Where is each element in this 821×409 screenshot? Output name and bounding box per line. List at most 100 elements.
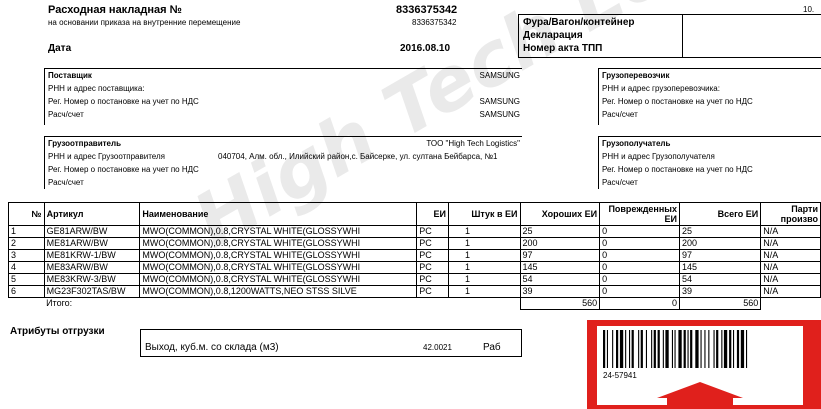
attributes-label: Выход, куб.м. со склада (м3) <box>145 342 279 353</box>
barcode-icon <box>603 330 748 368</box>
cell-unit: PC <box>416 261 449 274</box>
shipper-address: 040704, Алм. обл., Илийский район,с. Бай… <box>218 152 498 161</box>
cell-num: 5 <box>8 273 45 286</box>
attributes-unit: Раб <box>483 342 501 353</box>
col-name: Наименование <box>139 202 418 226</box>
carrier-vat-label: Рег. Номер о постановке на учет по НДС <box>602 97 753 106</box>
date-label: Дата <box>48 43 72 54</box>
supplier-account-value: SAMSUNG <box>479 110 520 119</box>
cell-unit: PC <box>416 285 449 298</box>
totals-damaged: 0 <box>599 297 680 310</box>
cell-unit: PC <box>416 225 449 238</box>
totals-good: 560 <box>519 297 601 310</box>
supplier-box: Поставщик SAMSUNG РНН и адрес поставщика… <box>44 68 522 125</box>
document-number: 8336375342 <box>396 4 458 16</box>
cell-party: N/A <box>760 249 821 262</box>
cell-name: MWO(COMMON),0.8,1200WATTS,NEO STSS SILVE <box>139 285 418 298</box>
basis-number: 8336375342 <box>412 18 457 27</box>
carrier-rnn-label: РНН и адрес грузоперевозчика: <box>602 84 720 93</box>
table-row: 1 GE81ARW/BW MWO(COMMON),0.8,CRYSTAL WHI… <box>8 225 821 238</box>
col-num: № <box>8 202 45 226</box>
col-party: Парти произво <box>760 202 821 226</box>
col-article: Артикул <box>43 202 141 226</box>
col-damaged: Поврежденных ЕИ <box>599 202 680 226</box>
cell-party: N/A <box>760 225 821 238</box>
cell-qty: 1 <box>447 261 521 274</box>
attributes-box: Выход, куб.м. со склада (м3) 42.0021 Раб <box>140 329 522 357</box>
cell-total: 145 <box>678 261 762 274</box>
cell-article: ME83KRW-3/BW <box>43 273 141 286</box>
barcode-text: 24-57941 <box>603 371 637 380</box>
consignee-rnn-label: РНН и адрес Грузополучателя <box>602 152 715 161</box>
supplier-vat-label: Рег. Номер о постановке на учет по НДС <box>48 97 199 106</box>
transport-row-tpp-act: Номер акта ТПП <box>523 43 603 54</box>
cell-name: MWO(COMMON),0.8,CRYSTAL WHITE(GLOSSYWHI <box>139 225 418 238</box>
shipper-name: ТОО "High Tech Logistics" <box>426 139 520 148</box>
table-row: 3 ME81KRW-1/BW MWO(COMMON),0.8,CRYSTAL W… <box>8 249 821 262</box>
table-row: 6 MG23F302TAS/BW MWO(COMMON),0.8,1200WAT… <box>8 285 821 298</box>
cell-damaged: 0 <box>599 261 680 274</box>
cell-num: 6 <box>8 285 45 298</box>
transport-box: Фура/Вагон/контейнер Декларация Номер ак… <box>518 14 821 58</box>
cell-good: 39 <box>519 285 601 298</box>
shipper-box: Грузоотправитель ТОО "High Tech Logistic… <box>44 136 522 189</box>
cell-total: 54 <box>678 273 762 286</box>
table-totals-row: Итого: 560 0 560 <box>9 297 821 310</box>
cell-unit: PC <box>416 237 449 250</box>
date-value: 2016.08.10 <box>400 43 451 54</box>
totals-label: Итого: <box>46 298 73 309</box>
cell-article: ME83ARW/BW <box>43 261 141 274</box>
transport-row-container: Фура/Вагон/контейнер <box>523 17 635 28</box>
cell-unit: PC <box>416 249 449 262</box>
col-unit: ЕИ <box>416 202 449 226</box>
supplier-title: Поставщик <box>48 71 92 80</box>
page-marker: 10. <box>803 5 815 14</box>
cell-good: 25 <box>519 225 601 238</box>
cell-qty: 1 <box>447 285 521 298</box>
cell-name: MWO(COMMON),0.8,CRYSTAL WHITE(GLOSSYWHI <box>139 273 418 286</box>
cell-party: N/A <box>760 285 821 298</box>
cell-article: ME81ARW/BW <box>43 237 141 250</box>
carrier-box: Грузоперевозчик РНН и адрес грузоперевоз… <box>598 68 821 125</box>
attributes-value: 42.0021 <box>423 343 452 352</box>
table-header-row: № Артикул Наименование ЕИ Штук в ЕИ Хоро… <box>8 202 821 226</box>
cell-good: 97 <box>519 249 601 262</box>
cell-total: 97 <box>678 249 762 262</box>
carrier-account-label: Расч/счет <box>602 110 638 119</box>
consignee-account-label: Расч/счет <box>602 178 638 187</box>
shipper-vat-label: Рег. Номер о постановке на учет по НДС <box>48 165 199 174</box>
consignee-box: Грузополучатель РНН и адрес Грузополучат… <box>598 136 821 189</box>
attributes-title: Атрибуты отгрузки <box>10 326 105 337</box>
cell-total: 39 <box>678 285 762 298</box>
cell-damaged: 0 <box>599 273 680 286</box>
shipper-title: Грузоотправитель <box>48 139 121 148</box>
cell-damaged: 0 <box>599 249 680 262</box>
cell-num: 3 <box>8 249 45 262</box>
consignee-title: Грузополучатель <box>602 139 671 148</box>
supplier-vat-value: SAMSUNG <box>479 97 520 106</box>
supplier-name: SAMSUNG <box>479 71 520 80</box>
arrow-up-icon <box>657 382 743 406</box>
document-title: Расходная накладная № <box>48 4 182 16</box>
table-row: 5 ME83KRW-3/BW MWO(COMMON),0.8,CRYSTAL W… <box>8 273 821 286</box>
cell-name: MWO(COMMON),0.8,CRYSTAL WHITE(GLOSSYWHI <box>139 237 418 250</box>
transport-row-declaration: Декларация <box>523 30 583 41</box>
cell-article: GE81ARW/BW <box>43 225 141 238</box>
cell-num: 1 <box>8 225 45 238</box>
basis-label: на основании приказа на внутренние перем… <box>48 18 241 27</box>
barcode-label: 24-57941 <box>597 326 803 406</box>
col-total: Всего ЕИ <box>678 202 762 226</box>
cell-article: ME81KRW-1/BW <box>43 249 141 262</box>
cell-party: N/A <box>760 261 821 274</box>
shipper-rnn-label: РНН и адрес Грузоотправителя <box>48 152 165 161</box>
carrier-title: Грузоперевозчик <box>602 71 670 80</box>
table-row: 4 ME83ARW/BW MWO(COMMON),0.8,CRYSTAL WHI… <box>8 261 821 274</box>
cell-total: 25 <box>678 225 762 238</box>
cell-num: 2 <box>8 237 45 250</box>
items-table: № Артикул Наименование ЕИ Штук в ЕИ Хоро… <box>8 202 821 310</box>
barcode-sticker: 24-57941 <box>587 320 821 409</box>
totals-total: 560 <box>678 297 762 310</box>
consignee-vat-label: Рег. Номер о постановке на учет по НДС <box>602 165 753 174</box>
shipper-account-label: Расч/счет <box>48 178 84 187</box>
supplier-rnn-label: РНН и адрес поставщика: <box>48 84 145 93</box>
